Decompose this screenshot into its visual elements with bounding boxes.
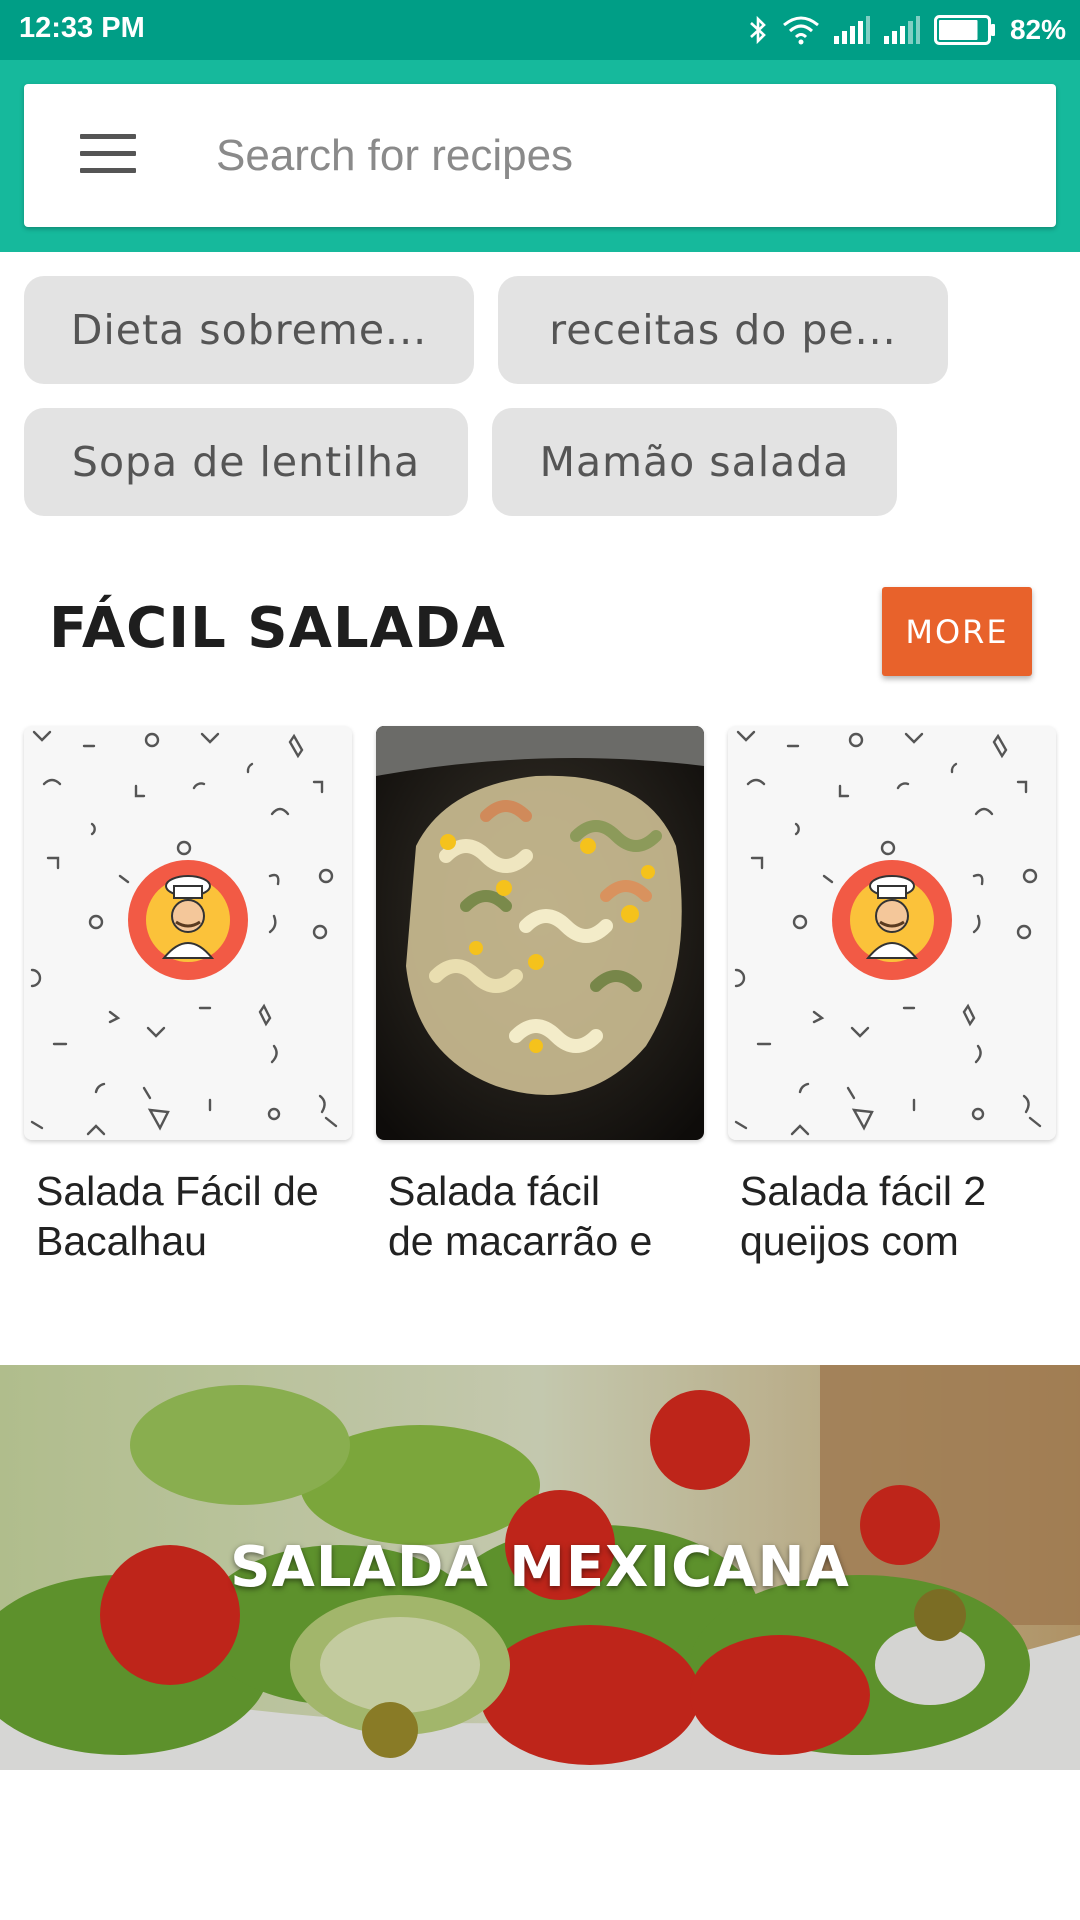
signal-icon-2 [883, 16, 920, 44]
recipe-title: Salada fácil 2 queijos com [740, 1168, 987, 1264]
signal-icon [833, 16, 870, 44]
recipe-card[interactable]: Salada fácil de macarrão e [376, 726, 704, 1266]
recipe-title: Salada Fácil de Bacalhau [36, 1168, 319, 1264]
battery-percent: 82% [1009, 14, 1066, 45]
pasta-salad-photo [376, 726, 704, 1140]
recipe-title: Salada fácil de macarrão e [388, 1168, 653, 1264]
wifi-icon [783, 16, 819, 45]
status-bar: 12:33 PM 82% [0, 0, 1080, 60]
search-input[interactable] [214, 124, 1018, 188]
recipe-image [24, 726, 352, 1140]
suggestion-chip[interactable]: Mamão salada [492, 408, 897, 516]
recipe-image [376, 726, 704, 1140]
app-bar [0, 60, 1080, 252]
search-bar[interactable] [24, 84, 1056, 227]
suggestion-chip[interactable]: receitas do pe... [498, 276, 948, 384]
recipe-card[interactable]: Salada Fácil de Bacalhau [24, 726, 352, 1266]
status-time: 12:33 PM [19, 12, 145, 44]
chef-placeholder-image [728, 726, 1056, 1140]
menu-icon[interactable] [80, 134, 136, 174]
status-icons: 82% [748, 12, 1066, 48]
recipe-card[interactable]: Salada fácil 2 queijos com [728, 726, 1056, 1266]
banner-title: SALADA MEXICANA [230, 1535, 850, 1600]
more-button[interactable]: MORE [882, 587, 1032, 676]
section-title: FÁCIL SALADA [49, 596, 506, 661]
category-banner[interactable]: SALADA MEXICANA [0, 1365, 1080, 1770]
chef-placeholder-image [24, 726, 352, 1140]
suggestion-chip[interactable]: Dieta sobreme... [24, 276, 474, 384]
suggestion-chip[interactable]: Sopa de lentilha [24, 408, 468, 516]
recipe-image [728, 726, 1056, 1140]
battery-icon [933, 15, 995, 45]
bluetooth-icon [750, 15, 766, 45]
